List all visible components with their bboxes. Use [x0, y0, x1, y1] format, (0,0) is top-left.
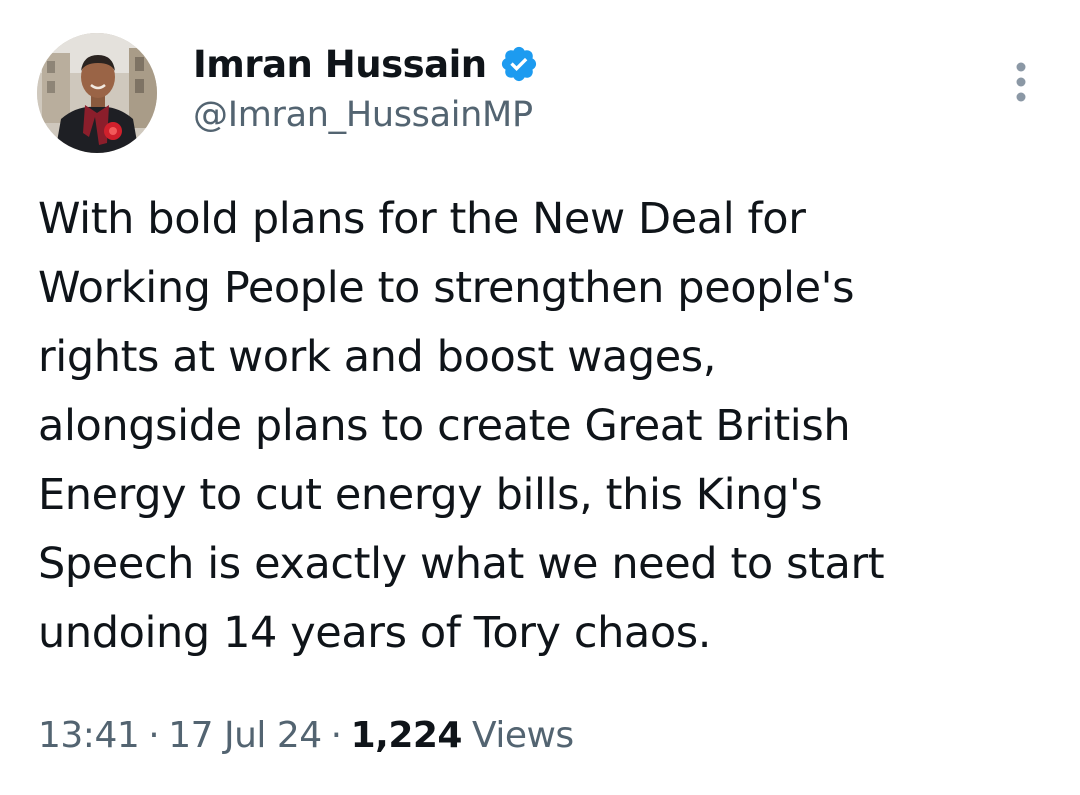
- tweet-text-line: Energy to cut energy bills, this King's: [38, 470, 823, 520]
- verified-badge-icon: [499, 44, 539, 84]
- tweet-text-line: With bold plans for the New Deal for: [38, 194, 806, 244]
- views-label: Views: [471, 714, 574, 756]
- meta-separator: ·: [330, 714, 342, 756]
- author-handle[interactable]: @Imran_HussainMP: [193, 95, 533, 135]
- more-vertical-icon: [1016, 62, 1026, 102]
- more-options-button[interactable]: [1004, 60, 1038, 104]
- tweet-text-line: Speech is exactly what we need to start: [38, 539, 885, 589]
- tweet: Imran Hussain @Imran_HussainMP With bold…: [0, 0, 1080, 795]
- avatar[interactable]: [37, 33, 157, 153]
- tweet-text-line: alongside plans to create Great British: [38, 401, 851, 451]
- tweet-text-line: undoing 14 years of Tory chaos.: [38, 608, 712, 658]
- tweet-meta: 13:41 · 17 Jul 24 · 1,224 Views: [38, 707, 574, 763]
- tweet-text: With bold plans for the New Deal for Wor…: [38, 185, 1048, 668]
- tweet-text-line: Working People to strengthen people's: [38, 263, 855, 313]
- views-count[interactable]: 1,224: [351, 715, 463, 756]
- author-display-name[interactable]: Imran Hussain: [193, 43, 487, 86]
- tweet-date[interactable]: 17 Jul 24: [168, 715, 322, 756]
- tweet-text-line: rights at work and boost wages,: [38, 332, 717, 382]
- meta-separator: ·: [148, 714, 160, 756]
- author-name-row: Imran Hussain: [193, 40, 539, 88]
- tweet-time[interactable]: 13:41: [38, 715, 140, 756]
- avatar-photo: [37, 33, 157, 153]
